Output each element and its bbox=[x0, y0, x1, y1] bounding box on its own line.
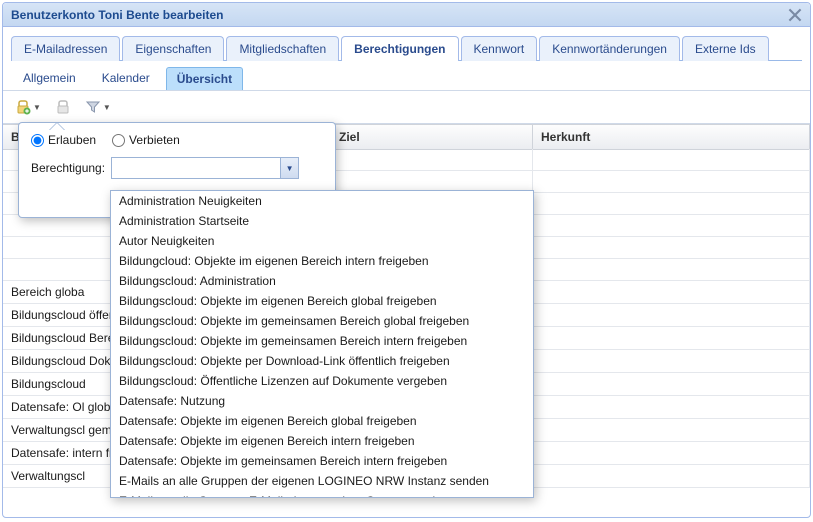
cell-herkunft bbox=[533, 419, 810, 441]
permission-combo-trigger[interactable]: ▼ bbox=[280, 158, 298, 178]
dropdown-item[interactable]: Bildungscloud: Objekte im gemeinsamen Be… bbox=[111, 331, 533, 351]
dropdown-item[interactable]: E-Mails an alle Gruppen der eigenen LOGI… bbox=[111, 471, 533, 491]
cell-herkunft bbox=[533, 171, 810, 192]
dropdown-item[interactable]: Datensafe: Objekte im gemeinsamen Bereic… bbox=[111, 451, 533, 471]
chevron-down-icon: ▼ bbox=[33, 103, 41, 112]
tab-eigenschaften[interactable]: Eigenschaften bbox=[122, 36, 224, 61]
dropdown-item[interactable]: Datensafe: Objekte im eigenen Bereich in… bbox=[111, 431, 533, 451]
tab-e-mailadressen[interactable]: E-Mailadressen bbox=[11, 36, 120, 61]
dropdown-item[interactable]: Bildungcloud: Objekte im eigenen Bereich… bbox=[111, 251, 533, 271]
subtab-kalender[interactable]: Kalender bbox=[92, 67, 160, 90]
cell-herkunft bbox=[533, 350, 810, 372]
dropdown-item[interactable]: Bildungscloud: Administration bbox=[111, 271, 533, 291]
chevron-down-icon: ▼ bbox=[103, 103, 111, 112]
dropdown-item[interactable]: Administration Neuigkeiten bbox=[111, 191, 533, 211]
permission-combo-input[interactable] bbox=[112, 158, 280, 178]
cell-herkunft bbox=[533, 373, 810, 395]
dropdown-item[interactable]: Datensafe: Objekte im eigenen Bereich gl… bbox=[111, 411, 533, 431]
col-herkunft[interactable]: Herkunft bbox=[533, 125, 810, 149]
dropdown-item[interactable]: Bildungscloud: Öffentliche Lizenzen auf … bbox=[111, 371, 533, 391]
cell-herkunft bbox=[533, 237, 810, 258]
cell-herkunft bbox=[533, 465, 810, 487]
add-permission-button[interactable]: ▼ bbox=[13, 97, 43, 117]
cell-herkunft bbox=[533, 215, 810, 236]
window-title: Benutzerkonto Toni Bente bearbeiten bbox=[11, 8, 223, 22]
chevron-down-icon: ▼ bbox=[286, 164, 294, 173]
dropdown-item[interactable]: E-Mails an die Gruppen-E-Mailadressen ei… bbox=[111, 491, 533, 498]
permission-combo[interactable]: ▼ bbox=[111, 157, 299, 179]
cell-herkunft bbox=[533, 442, 810, 464]
radio-allow-input[interactable] bbox=[31, 134, 44, 147]
tabbar-secondary: Allgemein Kalender Übersicht bbox=[3, 61, 810, 91]
cell-herkunft bbox=[533, 327, 810, 349]
radio-allow[interactable]: Erlauben bbox=[31, 133, 96, 147]
dropdown-item[interactable]: Datensafe: Nutzung bbox=[111, 391, 533, 411]
cell-herkunft bbox=[533, 149, 810, 170]
field-label: Berechtigung: bbox=[31, 161, 105, 175]
cell-herkunft bbox=[533, 396, 810, 418]
radio-deny-input[interactable] bbox=[112, 134, 125, 147]
close-icon[interactable] bbox=[788, 8, 802, 22]
tab-mitgliedschaften[interactable]: Mitgliedschaften bbox=[226, 36, 339, 61]
dropdown-item[interactable]: Administration Startseite bbox=[111, 211, 533, 231]
radio-deny-label: Verbieten bbox=[129, 133, 180, 147]
titlebar: Benutzerkonto Toni Bente bearbeiten bbox=[3, 3, 810, 27]
subtab--bersicht[interactable]: Übersicht bbox=[166, 67, 243, 90]
radio-allow-label: Erlauben bbox=[48, 133, 96, 147]
cell-herkunft bbox=[533, 281, 810, 303]
tab-externe-ids[interactable]: Externe Ids bbox=[682, 36, 769, 61]
filter-button[interactable]: ▼ bbox=[83, 97, 113, 117]
dropdown-item[interactable]: Bildungscloud: Objekte im gemeinsamen Be… bbox=[111, 311, 533, 331]
permission-dropdown-list[interactable]: Administration NeuigkeitenAdministration… bbox=[110, 190, 534, 498]
tab-kennwort[interactable]: Kennwort bbox=[461, 36, 538, 61]
toolbar: ▼ ▼ bbox=[3, 91, 810, 124]
radio-deny[interactable]: Verbieten bbox=[112, 133, 180, 147]
tab-berechtigungen[interactable]: Berechtigungen bbox=[341, 36, 458, 61]
cell-herkunft bbox=[533, 304, 810, 326]
dropdown-item[interactable]: Autor Neuigkeiten bbox=[111, 231, 533, 251]
remove-permission-button[interactable] bbox=[53, 97, 73, 117]
cell-herkunft bbox=[533, 259, 810, 280]
dropdown-item[interactable]: Bildungscloud: Objekte im eigenen Bereic… bbox=[111, 291, 533, 311]
dropdown-item[interactable]: Bildungscloud: Objekte per Download-Link… bbox=[111, 351, 533, 371]
tab-kennwort-nderungen[interactable]: Kennwortänderungen bbox=[539, 36, 680, 61]
cell-herkunft bbox=[533, 193, 810, 214]
subtab-allgemein[interactable]: Allgemein bbox=[13, 67, 86, 90]
tabbar-primary: E-MailadressenEigenschaftenMitgliedschaf… bbox=[3, 27, 810, 61]
